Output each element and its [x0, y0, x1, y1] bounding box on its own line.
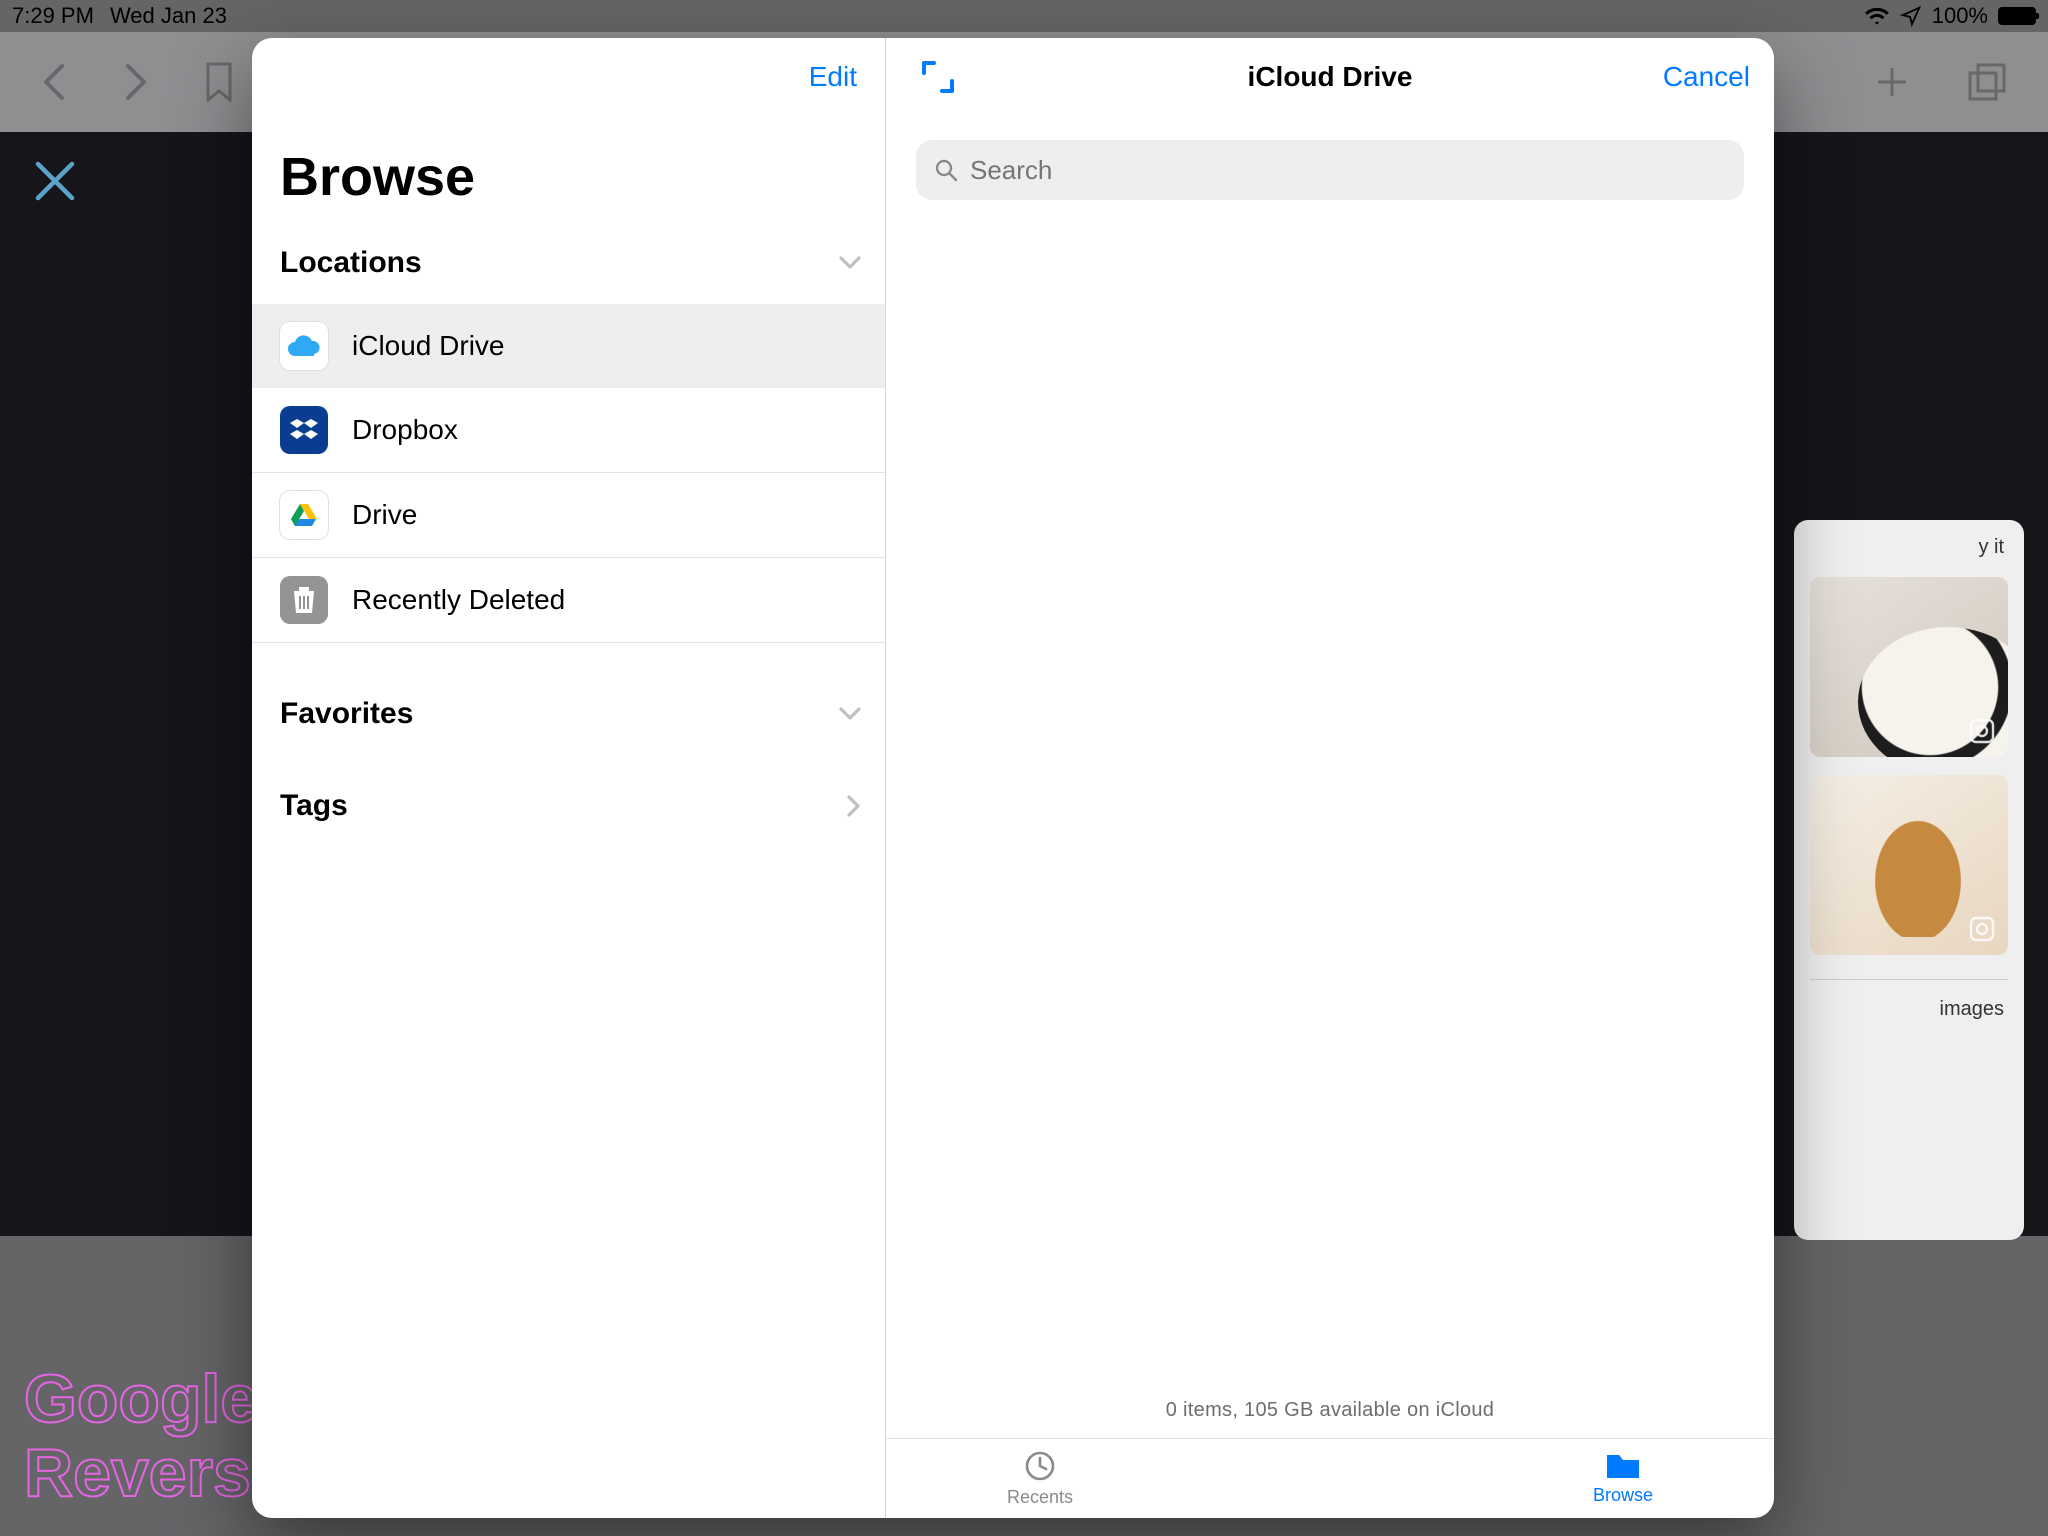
back-icon[interactable] [40, 62, 68, 102]
location-label: Dropbox [352, 414, 458, 446]
search-icon [934, 158, 958, 182]
thumbnail-dog[interactable] [1810, 577, 2008, 757]
thumbnail-cat[interactable] [1810, 775, 2008, 955]
folder-icon [1604, 1451, 1642, 1481]
status-bar: 7:29 PM Wed Jan 23 100% [0, 0, 2048, 32]
tags-label: Tags [280, 789, 348, 823]
status-battery-pct: 100% [1932, 3, 1988, 29]
locations-header[interactable]: Locations [252, 232, 885, 294]
edit-button[interactable]: Edit [809, 61, 857, 93]
tab-label: Recents [1007, 1487, 1073, 1508]
chevron-right-icon [845, 793, 863, 819]
location-label: Drive [352, 499, 417, 531]
chevron-down-icon [837, 254, 863, 272]
tags-header[interactable]: Tags [252, 775, 885, 837]
right-panel-text-top: y it [1810, 536, 2008, 559]
status-time: 7:29 PM [12, 3, 94, 29]
chevron-down-icon [837, 705, 863, 723]
battery-icon [1998, 7, 2036, 25]
location-google-drive[interactable]: Drive [252, 473, 885, 558]
google-drive-icon [280, 491, 328, 539]
forward-icon[interactable] [122, 62, 150, 102]
icloud-icon [280, 322, 328, 370]
cancel-button[interactable]: Cancel [1663, 61, 1750, 93]
location-icon [1900, 5, 1922, 27]
tab-recents[interactable]: Recents [1007, 1449, 1073, 1508]
location-label: iCloud Drive [352, 330, 505, 362]
tabs-icon[interactable] [1966, 61, 2008, 103]
lens-icon [1968, 915, 1996, 943]
close-icon[interactable] [34, 160, 76, 202]
main-title: iCloud Drive [1248, 61, 1413, 93]
file-picker-main: iCloud Drive Cancel 0 items, 105 GB avai… [886, 38, 1774, 1518]
storage-text: 0 items, 105 GB available on iCloud [886, 1399, 1774, 1422]
favorites-header[interactable]: Favorites [252, 683, 885, 745]
dropbox-icon [280, 406, 328, 454]
location-dropbox[interactable]: Dropbox [252, 388, 885, 473]
locations-label: Locations [280, 246, 422, 280]
expand-icon[interactable] [918, 57, 958, 97]
location-recently-deleted[interactable]: Recently Deleted [252, 558, 885, 643]
tab-bar: Recents Browse [886, 1438, 1774, 1518]
right-panel: y it images [1794, 520, 2024, 1240]
lens-icon [1968, 717, 1996, 745]
location-icloud-drive[interactable]: iCloud Drive [252, 304, 885, 388]
clock-icon [1023, 1449, 1057, 1483]
browse-title: Browse [252, 116, 885, 232]
search-input[interactable] [970, 155, 1726, 186]
new-tab-icon[interactable] [1872, 62, 1912, 102]
divider [1810, 979, 2008, 980]
tab-browse[interactable]: Browse [1593, 1451, 1653, 1506]
trash-icon [280, 576, 328, 624]
location-label: Recently Deleted [352, 584, 565, 616]
search-bar[interactable] [916, 140, 1744, 200]
tab-label: Browse [1593, 1485, 1653, 1506]
right-panel-text-bottom: images [1810, 998, 2008, 1021]
bookmark-icon[interactable] [204, 62, 234, 102]
favorites-label: Favorites [280, 697, 413, 731]
file-picker-sidebar: Edit Browse Locations iCloud Drive Dropb… [252, 38, 886, 1518]
wifi-icon [1864, 6, 1890, 26]
status-date: Wed Jan 23 [110, 3, 227, 29]
file-picker-modal: Edit Browse Locations iCloud Drive Dropb… [252, 38, 1774, 1518]
